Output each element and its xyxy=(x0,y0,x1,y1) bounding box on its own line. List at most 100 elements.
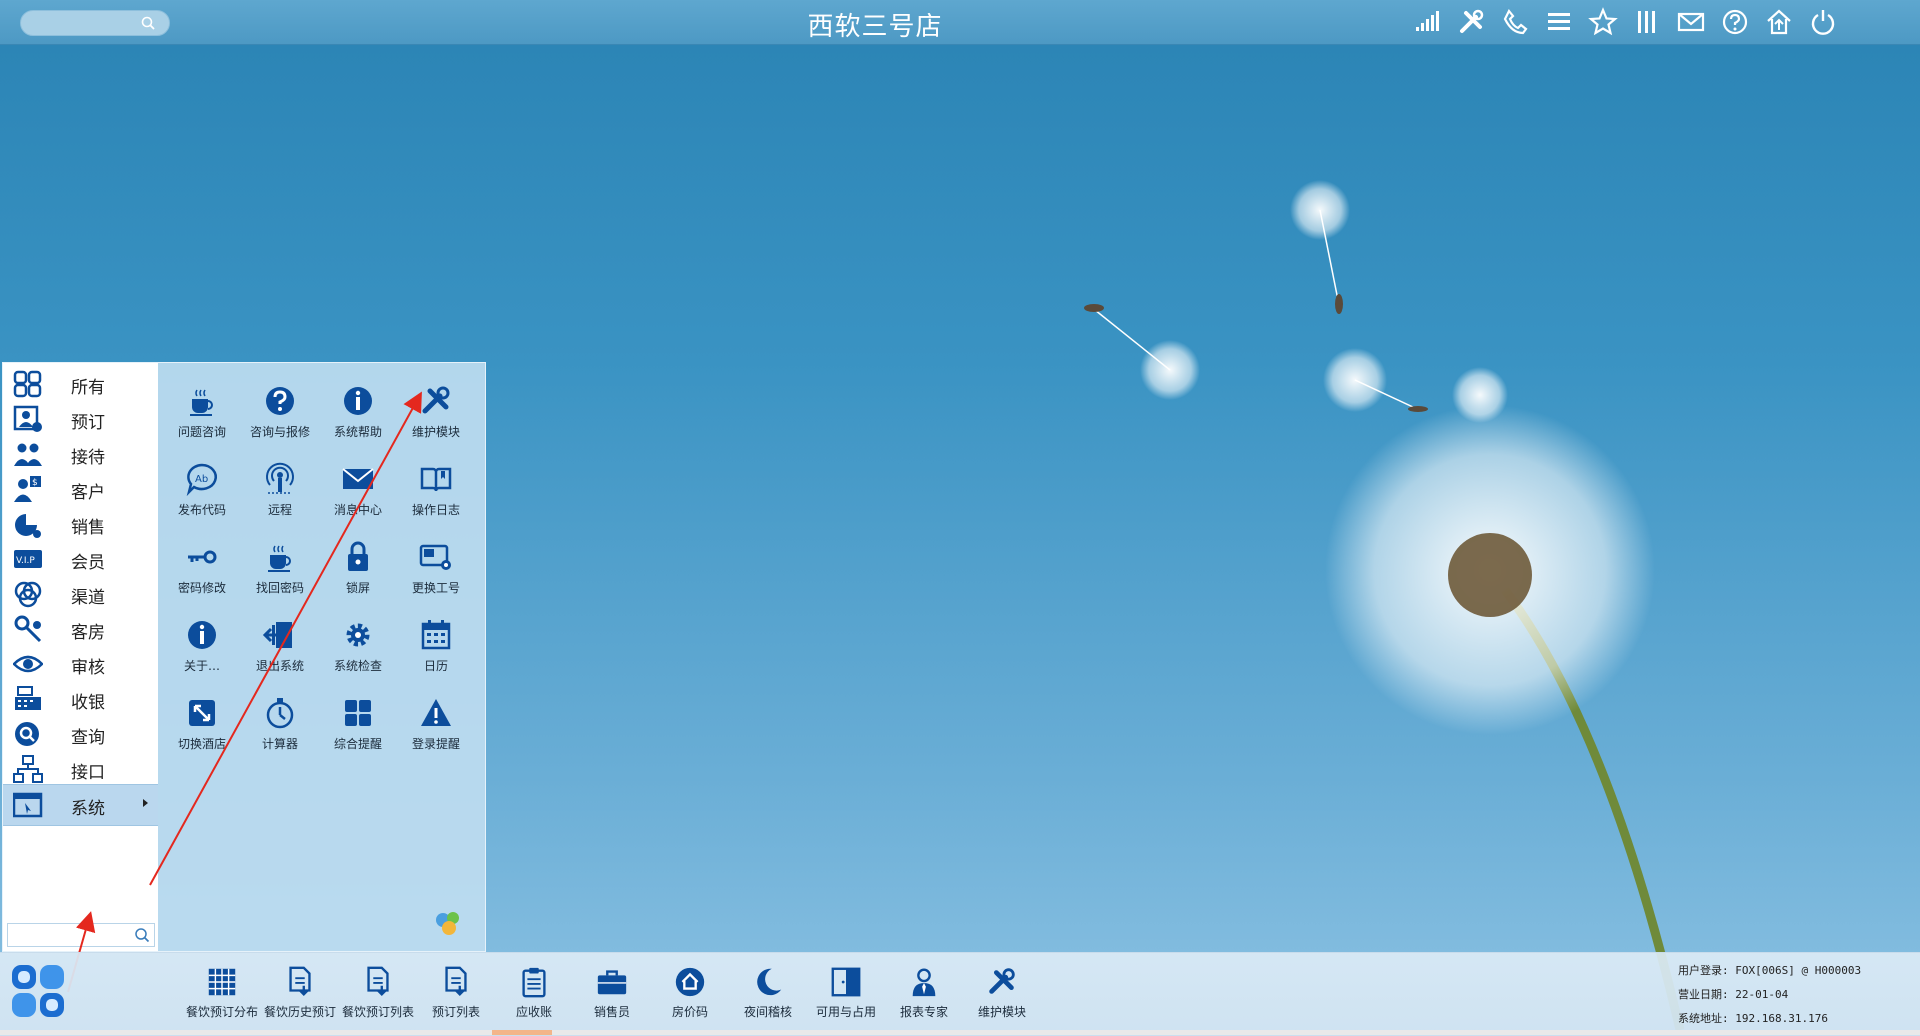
taskbar-item[interactable]: 预订列表 xyxy=(417,963,495,1029)
taskbar-item[interactable]: 餐饮历史预订 xyxy=(261,963,339,1029)
customer-icon: $ xyxy=(13,475,45,503)
warning-icon xyxy=(416,693,456,733)
interface-icon xyxy=(13,755,45,783)
doc-download-icon xyxy=(281,963,319,1001)
signal-icon[interactable] xyxy=(1410,6,1444,38)
reception-icon xyxy=(13,440,45,468)
app-tile[interactable]: 咨询与报修 xyxy=(241,381,319,455)
app-tile[interactable]: 切换酒店 xyxy=(163,693,241,767)
taskbar-label: 餐饮预订列表 xyxy=(341,1005,414,1019)
phone-icon[interactable] xyxy=(1498,6,1532,38)
app-tile[interactable]: 系统检查 xyxy=(319,615,397,689)
chat-code-icon: Ab xyxy=(182,459,222,499)
taskbar-label: 可用与占用 xyxy=(815,1005,876,1019)
taskbar-label: 预订列表 xyxy=(431,1005,480,1019)
app-tile[interactable]: 找回密码 xyxy=(241,537,319,611)
taskbar-item[interactable]: 餐饮预订列表 xyxy=(339,963,417,1029)
housekeeping-icon xyxy=(13,615,45,643)
taskbar-item[interactable]: 维护模块 xyxy=(963,963,1041,1029)
app-tile[interactable]: 问题咨询 xyxy=(163,381,241,455)
audit-eye-icon xyxy=(12,650,45,678)
theme-switch-icon[interactable] xyxy=(433,908,463,938)
start-button-icon[interactable] xyxy=(8,961,70,1023)
app-label: 计算器 xyxy=(261,737,298,751)
bottom-strip xyxy=(0,1030,1920,1035)
app-tile[interactable]: 远程 xyxy=(241,459,319,533)
doc-download-icon xyxy=(359,963,397,1001)
app-label: 更换工号 xyxy=(411,581,460,595)
app-label: 退出系统 xyxy=(255,659,304,673)
app-tile[interactable]: 关于… xyxy=(163,615,241,689)
category-label: 接待 xyxy=(71,448,105,468)
app-tile[interactable]: 登录提醒 xyxy=(397,693,475,767)
category-12[interactable]: 系统 xyxy=(3,784,158,826)
user-tie-icon xyxy=(905,963,943,1001)
lock-icon xyxy=(338,537,378,577)
taskbar-item[interactable]: 报表专家 xyxy=(885,963,963,1029)
table-grid-icon xyxy=(203,963,241,1001)
app-tile[interactable]: 锁屏 xyxy=(319,537,397,611)
star-icon[interactable] xyxy=(1586,6,1620,38)
menu-icon[interactable] xyxy=(1542,6,1576,38)
app-tile[interactable]: 系统帮助 xyxy=(319,381,397,455)
calendar-icon xyxy=(416,615,456,655)
home-upload-icon[interactable] xyxy=(1762,6,1796,38)
channel-icon xyxy=(13,580,45,608)
app-tile[interactable]: Ab 发布代码 xyxy=(163,459,241,533)
category-2[interactable]: 接待 xyxy=(3,434,158,474)
taskbar-item[interactable]: 餐饮预订分布 xyxy=(183,963,261,1029)
app-tile[interactable]: 更换工号 xyxy=(397,537,475,611)
doc-download-icon xyxy=(437,963,475,1001)
power-icon[interactable] xyxy=(1806,6,1840,38)
category-6[interactable]: 渠道 xyxy=(3,574,158,614)
app-tile[interactable]: 综合提醒 xyxy=(319,693,397,767)
category-3[interactable]: $ 客户 xyxy=(3,469,158,509)
taskbar-item[interactable]: 应收账 xyxy=(495,963,573,1029)
app-label: 问题咨询 xyxy=(177,425,226,439)
app-tile[interactable]: 日历 xyxy=(397,615,475,689)
category-8[interactable]: 审核 xyxy=(3,644,158,684)
taskbar-item[interactable]: 房价码 xyxy=(651,963,729,1029)
menu-search-input[interactable] xyxy=(10,926,134,946)
app-label: 综合提醒 xyxy=(333,737,382,751)
app-tile[interactable]: 维护模块 xyxy=(397,381,475,455)
menu-search-box[interactable] xyxy=(7,923,155,947)
category-0[interactable]: 所有 xyxy=(3,364,158,404)
app-tile[interactable]: 操作日志 xyxy=(397,459,475,533)
remote-icon xyxy=(260,459,300,499)
category-10[interactable]: 查询 xyxy=(3,714,158,754)
all-apps-icon xyxy=(13,370,45,398)
columns-icon[interactable] xyxy=(1630,6,1664,38)
tools-icon[interactable] xyxy=(1454,6,1488,38)
category-label: 预订 xyxy=(71,413,105,433)
moon-icon xyxy=(749,963,787,1001)
app-tile[interactable]: 退出系统 xyxy=(241,615,319,689)
app-tile[interactable]: 消息中心 xyxy=(319,459,397,533)
taskbar-item[interactable]: 销售员 xyxy=(573,963,651,1029)
category-1[interactable]: 预订 xyxy=(3,399,158,439)
category-7[interactable]: 客房 xyxy=(3,609,158,649)
app-label: 发布代码 xyxy=(177,503,226,517)
top-bar: 西软三号店 xyxy=(0,0,1920,45)
taskbar-label: 应收账 xyxy=(515,1005,552,1019)
taskbar-label: 报表专家 xyxy=(899,1005,948,1019)
taskbar-item[interactable]: 可用与占用 xyxy=(807,963,885,1029)
app-tile[interactable]: 密码修改 xyxy=(163,537,241,611)
query-icon xyxy=(13,720,45,748)
category-4[interactable]: 销售 xyxy=(3,504,158,544)
gear-icon xyxy=(338,615,378,655)
start-menu: 所有预订接待 $ 客户 销售 V.I.P 会员 渠道 客房 审核 收银 查询 接口系统 问题咨询 咨询与… xyxy=(2,362,486,952)
help-icon[interactable] xyxy=(1718,6,1752,38)
app-tile[interactable]: 计算器 xyxy=(241,693,319,767)
wrench-icon xyxy=(983,963,1021,1001)
mail-icon[interactable] xyxy=(1674,6,1708,38)
category-label: 系统 xyxy=(71,799,105,819)
category-9[interactable]: 收银 xyxy=(3,679,158,719)
app-label: 系统帮助 xyxy=(333,425,382,439)
app-label: 找回密码 xyxy=(255,581,304,595)
category-11[interactable]: 接口 xyxy=(3,749,158,789)
taskbar-item[interactable]: 夜间稽核 xyxy=(729,963,807,1029)
category-5[interactable]: V.I.P 会员 xyxy=(3,539,158,579)
taskbar-label: 销售员 xyxy=(593,1005,630,1019)
search-icon[interactable] xyxy=(134,927,150,943)
